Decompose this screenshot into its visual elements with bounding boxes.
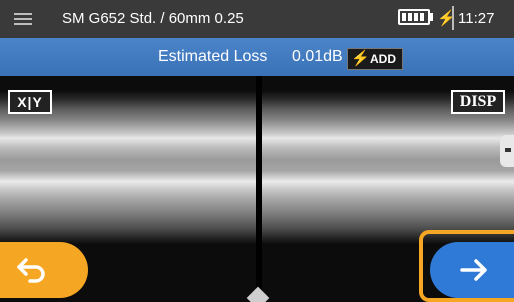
- xy-button-label: X|Y: [17, 94, 43, 110]
- estimated-loss-value: 0.01dB: [292, 48, 343, 65]
- status-bar: SM G652 Std. / 60mm 0.25 ⚡ 11:27: [0, 0, 514, 38]
- lightning-icon: ⚡: [351, 50, 370, 67]
- arrow-right-icon: [460, 259, 487, 281]
- next-button[interactable]: [430, 242, 514, 298]
- clock: 11:27: [458, 10, 495, 27]
- fiber-setting-label[interactable]: SM G652 Std. / 60mm 0.25: [62, 10, 244, 27]
- display-button[interactable]: DISP: [451, 90, 505, 114]
- return-arrow-icon: [17, 258, 45, 283]
- chevron-left-icon: [505, 148, 511, 152]
- side-panel-tab[interactable]: [500, 135, 514, 167]
- estimated-loss-banner: Estimated Loss 0.01dB ⚡ ADD: [0, 38, 514, 76]
- fiber-image-view: X|Y DISP: [0, 76, 514, 302]
- battery-terminal: [430, 13, 433, 21]
- divider: [452, 6, 454, 30]
- center-reference-line: [256, 76, 262, 302]
- splicer-screen: SM G652 Std. / 60mm 0.25 ⚡ 11:27 Estimat…: [0, 0, 514, 302]
- xy-view-toggle-button[interactable]: X|Y: [8, 90, 52, 114]
- display-button-label: DISP: [459, 93, 497, 110]
- back-button[interactable]: [0, 242, 88, 298]
- chevron-up-icon[interactable]: [246, 286, 270, 302]
- add-button-label: ADD: [370, 52, 396, 66]
- menu-icon[interactable]: [10, 9, 40, 29]
- battery-full-icon: [398, 9, 430, 25]
- add-button[interactable]: ⚡ ADD: [347, 48, 403, 70]
- estimated-loss-label: Estimated Loss: [158, 48, 268, 65]
